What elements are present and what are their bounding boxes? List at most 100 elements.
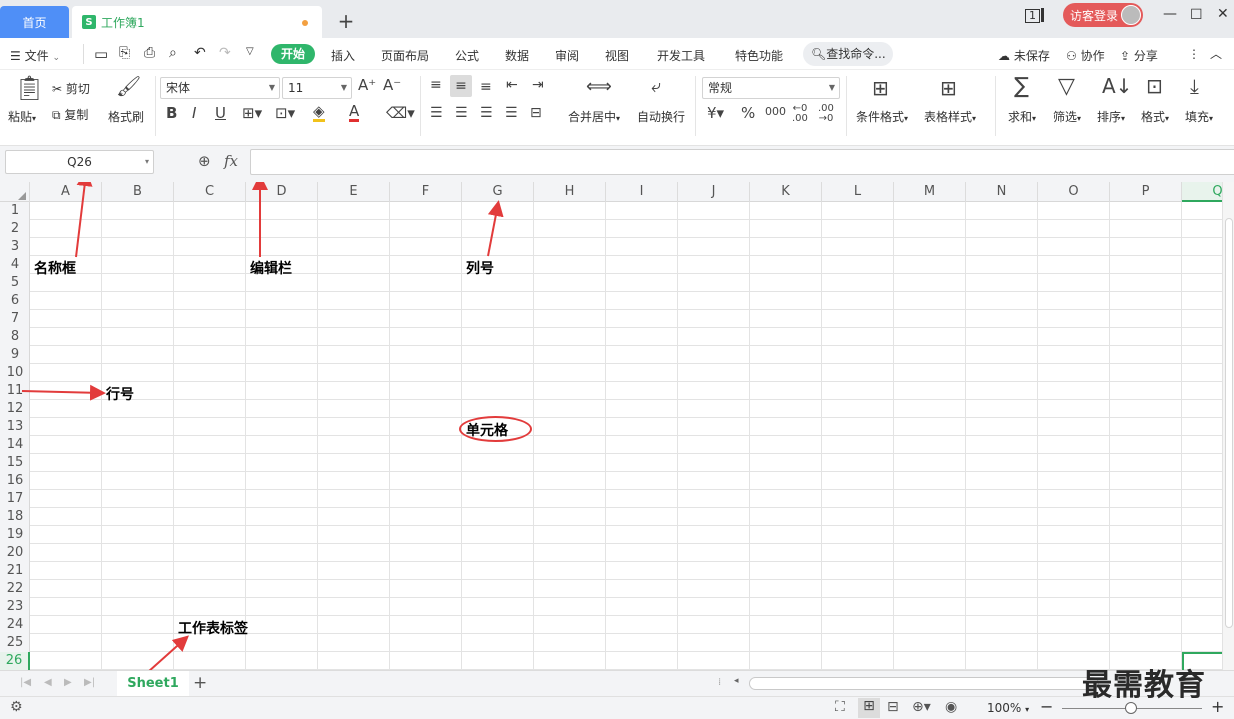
sum-button[interactable]: 求和▾ <box>1008 108 1036 125</box>
distribute-icon[interactable]: ⊟ <box>530 106 542 120</box>
merge-center-button[interactable]: 合并居中▾ <box>568 108 620 125</box>
percent-icon[interactable]: % <box>741 106 755 121</box>
table-style-icon[interactable]: ⊞ <box>940 78 957 98</box>
increase-decimal-icon[interactable]: ←0.00 <box>792 104 808 124</box>
scroll-left-icon[interactable]: ◂ <box>734 676 739 686</box>
paste-button[interactable]: 粘贴▾ <box>8 108 36 125</box>
minimize-icon[interactable]: — <box>1163 6 1177 22</box>
brush-icon[interactable]: 🖌︎ <box>116 76 141 96</box>
tab-view[interactable]: 视图 <box>605 47 629 64</box>
number-format-select[interactable]: 常规 ▼ <box>702 77 840 99</box>
conditional-format-icon[interactable]: ⊞ <box>872 78 889 98</box>
decrease-indent-icon[interactable]: ⇤ <box>506 78 518 92</box>
share-button[interactable]: ⇪ 分享 <box>1120 47 1158 64</box>
filter-icon[interactable]: ▽ <box>1058 76 1075 98</box>
first-sheet-icon[interactable]: |◀ <box>20 677 31 688</box>
align-right-icon[interactable]: ☰ <box>480 106 493 120</box>
thousands-icon[interactable]: 000 <box>765 106 786 117</box>
font-size-select[interactable]: 11 ▼ <box>282 77 352 99</box>
underline-icon[interactable]: U <box>215 106 226 121</box>
last-sheet-icon[interactable]: ▶| <box>84 677 95 688</box>
fill-color-icon[interactable]: ◈ <box>313 104 325 122</box>
undo-icon[interactable]: ↶ <box>194 45 206 61</box>
more-icon[interactable]: ⋮ <box>1188 47 1200 61</box>
tab-review[interactable]: 审阅 <box>555 47 579 64</box>
reading-mode-icon[interactable]: ◉ <box>945 699 957 715</box>
align-middle-icon[interactable]: ≡ <box>450 75 472 97</box>
conditional-format-button[interactable]: 条件格式▾ <box>856 108 908 125</box>
tab-data[interactable]: 数据 <box>505 47 529 64</box>
font-name-select[interactable]: 宋体 ▼ <box>160 77 280 99</box>
horizontal-scrollbar[interactable] <box>749 677 1099 690</box>
page-break-view-icon[interactable]: ⊕▾ <box>912 699 931 715</box>
currency-icon[interactable]: ¥▾ <box>707 106 724 121</box>
spreadsheet-grid[interactable]: ABCDEFGHIJKLMNOPQ 1 2 3 4 5 6 7 8 9 10 11 12 13 14 15 1… <box>0 182 1222 670</box>
print-icon[interactable]: ⎙ <box>144 45 155 61</box>
close-icon[interactable]: ✕ <box>1217 6 1229 22</box>
page-layout-view-icon[interactable]: ⊟ <box>887 699 899 715</box>
zoom-level[interactable]: 100% ▾ <box>987 701 1029 715</box>
font-color-icon[interactable]: A <box>349 104 360 122</box>
sheet-tab-sheet1[interactable]: Sheet1 <box>117 671 189 697</box>
filter-button[interactable]: 筛选▾ <box>1053 108 1081 125</box>
justify-icon[interactable]: ☰ <box>505 106 518 120</box>
quick-access-dropdown-icon[interactable]: ▽ <box>246 46 254 57</box>
normal-view-icon[interactable]: ⊞ <box>858 698 880 718</box>
save-icon[interactable]: ▭ <box>94 45 108 63</box>
fill-icon[interactable]: ⤓ <box>1190 76 1199 96</box>
collab-button[interactable]: ⚇ 协作 <box>1066 47 1105 64</box>
collapse-ribbon-icon[interactable]: ︿ <box>1210 45 1222 62</box>
prev-sheet-icon[interactable]: ◀ <box>44 677 52 688</box>
split-handle-icon[interactable]: ⁞ <box>718 677 721 688</box>
paste-icon[interactable]: 📋︎ <box>14 76 44 100</box>
cut-button[interactable]: ✂ 剪切 <box>52 80 90 97</box>
italic-icon[interactable]: I <box>192 106 196 121</box>
tab-formulas[interactable]: 公式 <box>455 47 479 64</box>
wrap-text-icon[interactable]: ⤶ <box>651 78 661 96</box>
window-count-badge[interactable]: 1 <box>1025 9 1040 23</box>
decrease-decimal-icon[interactable]: .00 →0 <box>818 104 834 124</box>
output-icon[interactable]: ⎘ <box>119 45 130 61</box>
align-bottom-icon[interactable]: ≡ <box>480 80 492 94</box>
format-button[interactable]: 格式▾ <box>1141 108 1169 125</box>
tab-insert[interactable]: 插入 <box>331 47 355 64</box>
zoom-out-button[interactable]: − <box>1040 697 1053 716</box>
next-sheet-icon[interactable]: ▶ <box>64 677 72 688</box>
align-top-icon[interactable]: ≡ <box>430 78 442 92</box>
tab-workbook[interactable]: S 工作簿1 <box>72 6 322 38</box>
border-icon[interactable]: ⊞▾ <box>242 106 262 121</box>
guest-login-button[interactable]: 访客登录 <box>1063 3 1143 27</box>
cell-style-icon[interactable]: ⊡▾ <box>275 106 295 121</box>
sort-button[interactable]: 排序▾ <box>1097 108 1125 125</box>
fx-icon[interactable]: fx <box>224 152 238 170</box>
increase-indent-icon[interactable]: ⇥ <box>532 78 544 92</box>
maximize-icon[interactable]: ☐ <box>1190 7 1203 23</box>
redo-icon[interactable]: ↷ <box>219 45 231 61</box>
preview-icon[interactable]: ⌕ <box>169 45 177 61</box>
chevron-down-icon[interactable]: ▾ <box>145 151 149 173</box>
increase-font-icon[interactable]: A⁺ <box>358 78 376 93</box>
unsaved-status[interactable]: ☁ 未保存 <box>998 47 1050 64</box>
macro-icon[interactable]: ⚙ <box>10 699 23 715</box>
bold-icon[interactable]: B <box>166 106 177 121</box>
zoom-formula-icon[interactable]: ⊕ <box>198 152 211 170</box>
copy-button[interactable]: ⧉ 复制 <box>52 106 88 123</box>
add-sheet-button[interactable]: + <box>193 673 207 693</box>
tab-home[interactable]: 首页 <box>0 6 69 38</box>
decrease-font-icon[interactable]: A⁻ <box>383 78 401 93</box>
wrap-text-button[interactable]: 自动换行 <box>637 108 685 125</box>
zoom-in-button[interactable]: + <box>1211 697 1224 716</box>
merge-center-icon[interactable]: ⟺ <box>586 78 612 96</box>
tab-page-layout[interactable]: 页面布局 <box>381 47 429 64</box>
align-center-icon[interactable]: ☰ <box>455 106 468 120</box>
name-box[interactable]: Q26 ▾ <box>5 150 154 174</box>
sum-icon[interactable]: ∑ <box>1014 76 1029 98</box>
align-left-icon[interactable]: ☰ <box>430 106 443 120</box>
file-menu[interactable]: ☰ 文件 ⌄ <box>10 47 60 64</box>
format-icon[interactable]: ⊡ <box>1146 76 1163 96</box>
vertical-scroll-thumb[interactable] <box>1225 218 1233 628</box>
fullscreen-icon[interactable]: ⛶ <box>835 699 845 715</box>
tab-special[interactable]: 特色功能 <box>735 47 783 64</box>
format-painter-button[interactable]: 格式刷 <box>108 108 144 125</box>
search-command-input[interactable]: 🔍︎查找命令... <box>803 42 893 66</box>
